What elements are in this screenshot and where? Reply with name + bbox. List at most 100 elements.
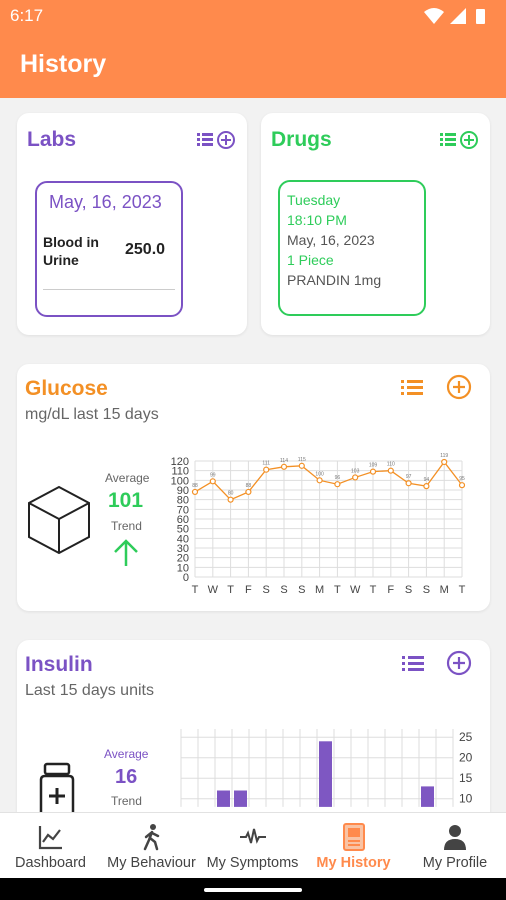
- insulin-trend-label: Trend: [111, 794, 142, 808]
- y-tick-label: 120: [171, 456, 189, 468]
- data-label: 115: [298, 457, 306, 463]
- labs-test-name: Blood in Urine: [43, 234, 99, 268]
- glucose-add-icon[interactable]: [446, 374, 472, 400]
- labs-list-add-icon[interactable]: [197, 129, 237, 151]
- insulin-card[interactable]: Insulin Last 15 days units Average 16 Tr…: [17, 640, 490, 840]
- walk-icon: [143, 824, 159, 851]
- drugs-card[interactable]: Drugs Tuesday 18:10 PM May, 16, 2023 1 P…: [261, 113, 490, 335]
- nav-dashboard-label: Dashboard: [15, 855, 86, 871]
- glucose-average-value: 101: [108, 489, 144, 512]
- drugs-list-add-icon[interactable]: [440, 129, 480, 151]
- insulin-title: Insulin: [25, 653, 93, 676]
- data-point: [227, 496, 234, 503]
- y-tick-label: 15: [459, 771, 473, 785]
- data-point: [316, 477, 323, 484]
- data-point: [298, 462, 305, 469]
- x-tick-label: T: [459, 584, 466, 596]
- nav-my-symptoms-label: My Symptoms: [206, 855, 299, 871]
- x-tick-label: S: [280, 584, 287, 596]
- data-label: 109: [369, 463, 378, 469]
- y-tick-label: 20: [459, 751, 473, 765]
- insulin-bar: [234, 790, 247, 807]
- labs-title: Labs: [27, 128, 77, 151]
- labs-entry[interactable]: May, 16, 2023 Blood in Urine 250.0: [35, 181, 183, 317]
- trend-up-arrow-icon: [114, 539, 138, 566]
- data-point: [369, 468, 377, 475]
- status-time: 6:17: [10, 6, 44, 25]
- nav-my-symptoms[interactable]: My Symptoms: [202, 813, 303, 879]
- nav-my-behaviour[interactable]: My Behaviour: [101, 813, 202, 879]
- y-tick-label: 10: [459, 792, 473, 806]
- x-tick-label: T: [227, 584, 234, 596]
- home-gesture-pill[interactable]: [204, 888, 302, 892]
- drug-name: PRANDIN 1mg: [287, 272, 382, 288]
- data-label: 97: [406, 474, 412, 480]
- data-label: 96: [335, 475, 341, 481]
- data-label: 103: [351, 468, 360, 474]
- insulin-add-icon[interactable]: [446, 650, 472, 676]
- glucose-trend-label: Trend: [111, 519, 142, 533]
- data-label: 80: [228, 491, 234, 497]
- data-label: 111: [262, 461, 270, 467]
- labs-card[interactable]: Labs May, 16, 2023 Blood in Urine 250.0: [17, 113, 247, 335]
- x-tick-label: T: [192, 584, 199, 596]
- drugs-title: Drugs: [271, 128, 332, 151]
- insulin-average-label: Average: [104, 747, 149, 761]
- wifi-icon: [424, 8, 444, 24]
- nav-my-profile[interactable]: My Profile: [404, 813, 506, 879]
- nav-dashboard[interactable]: Dashboard: [0, 813, 101, 879]
- glucose-list-icon[interactable]: [401, 376, 425, 398]
- x-tick-label: F: [245, 584, 252, 596]
- glucose-subtitle: mg/dL last 15 days: [25, 406, 159, 423]
- data-label: 100: [315, 471, 324, 477]
- x-tick-label: W: [350, 584, 361, 596]
- pulse-icon: [239, 828, 266, 844]
- insulin-average-value: 16: [115, 766, 138, 788]
- data-point: [352, 474, 359, 481]
- insulin-bar: [319, 741, 332, 807]
- nav-my-history[interactable]: My History: [303, 813, 404, 879]
- x-tick-label: S: [405, 584, 412, 596]
- drug-entry[interactable]: Tuesday 18:10 PM May, 16, 2023 1 Piece P…: [278, 180, 426, 316]
- x-tick-label: M: [315, 584, 324, 596]
- nav-my-behaviour-label: My Behaviour: [107, 855, 196, 871]
- labs-value: 250.0: [125, 241, 166, 258]
- person-icon: [444, 825, 466, 850]
- x-tick-label: S: [423, 584, 430, 596]
- glucose-title: Glucose: [25, 377, 108, 400]
- x-tick-label: T: [334, 584, 341, 596]
- battery-icon: [476, 9, 485, 24]
- x-tick-label: M: [440, 584, 449, 596]
- data-point: [209, 478, 216, 485]
- x-tick-label: S: [263, 584, 270, 596]
- data-point: [441, 458, 448, 466]
- glucose-average-label: Average: [105, 471, 150, 485]
- labs-divider: [43, 289, 175, 290]
- nav-my-history-label: My History: [316, 855, 391, 871]
- drug-time: 18:10 PM: [287, 212, 347, 228]
- insulin-subtitle: Last 15 days units: [25, 682, 154, 699]
- signal-icon: [450, 8, 466, 24]
- status-icons: [424, 8, 485, 24]
- data-point: [458, 482, 466, 489]
- page-title: History: [20, 50, 107, 78]
- data-point: [280, 463, 288, 470]
- data-label: 119: [440, 453, 448, 459]
- history-book-icon: [342, 823, 365, 851]
- cube-icon: [28, 485, 90, 555]
- drug-date: May, 16, 2023: [287, 232, 375, 248]
- data-label: 114: [280, 458, 288, 464]
- insulin-list-icon[interactable]: [402, 652, 426, 674]
- data-point: [423, 483, 430, 490]
- medicine-bottle-icon: [39, 762, 75, 814]
- data-point: [405, 480, 412, 487]
- insulin-bar: [421, 786, 434, 807]
- x-tick-label: F: [387, 584, 394, 596]
- data-label: 88: [192, 483, 198, 489]
- glucose-card[interactable]: Glucose mg/dL last 15 days Average 101 T…: [17, 364, 490, 611]
- glucose-line-chart: T W T F S S S M T W T F S S M T010203040506070809010011…: [171, 453, 466, 596]
- x-tick-label: T: [370, 584, 377, 596]
- app-bar: 6:17 History: [0, 0, 506, 98]
- data-point: [387, 467, 394, 474]
- data-point: [263, 466, 270, 473]
